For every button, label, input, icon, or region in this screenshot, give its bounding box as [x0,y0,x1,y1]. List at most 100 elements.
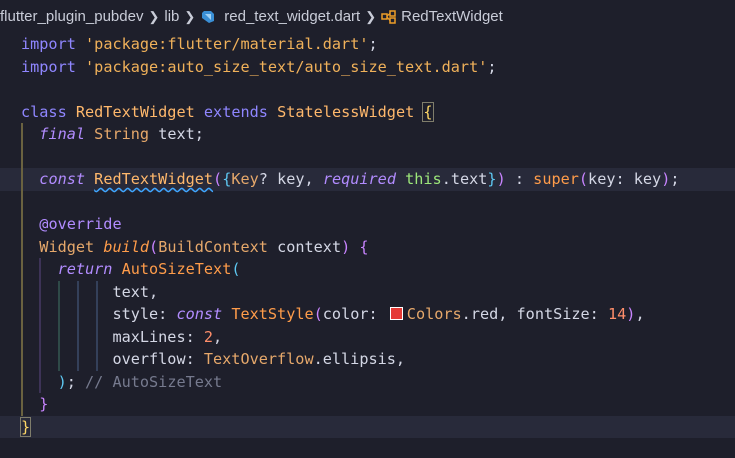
code-token: { [422,101,434,122]
code-token: TextOverflow [203,350,314,368]
breadcrumb-folder[interactable]: lib [164,8,179,25]
indent-guide [21,258,23,281]
code-token: extends [203,102,268,121]
breadcrumb-symbol[interactable]: RedTextWidget [401,8,503,25]
code-token: import [21,35,76,53]
code-token: overflow: [112,350,204,368]
code-token: ) [661,170,671,188]
indent-guide [96,325,98,348]
code-line-8[interactable] [0,190,735,213]
indent-guide [21,123,23,146]
code-token: // AutoSizeText [85,372,223,391]
code-line-4[interactable]: class RedTextWidget extends StatelessWid… [0,101,735,124]
color-swatch-red[interactable] [389,307,403,320]
code-token: 2 [203,327,214,346]
breadcrumb: flutter_plugin_pubdev ❯ lib ❯ red_text_w… [0,0,735,33]
code-token: Widget [39,237,95,256]
code-token: 14 [607,305,627,323]
indent-guide [39,303,41,326]
code-token: @override [39,215,122,233]
indent-guide [21,145,23,168]
code-token: ) [341,237,351,256]
code-token: String [94,125,150,143]
indent-guide [21,168,23,191]
code-token: , [635,305,645,323]
code-line-6[interactable] [0,145,735,168]
code-line-11[interactable]: return AutoSizeText( [0,258,735,281]
code-line-15[interactable]: overflow: TextOverflow.ellipsis, [0,348,735,371]
code-token: super [533,170,579,188]
indent-guide [77,325,79,348]
code-token: required [322,170,396,188]
code-token: ; [368,35,378,53]
indent-guide [21,280,23,303]
indent-guide [58,348,60,371]
code-token: final [39,125,86,143]
indent-guide [58,280,60,303]
indent-guide [96,303,98,326]
indent-guide [77,348,79,371]
code-token: ; [670,170,680,188]
code-token: { [350,237,369,256]
indent-guide [21,213,23,236]
indent-guide [77,280,79,303]
code-line-5[interactable]: final String text; [0,123,735,146]
code-token: } [39,395,49,413]
code-line-1[interactable]: import 'package:flutter/material.dart'; [0,33,735,56]
code-token: text, [112,282,159,301]
indent-guide [21,325,23,348]
indent-guide [21,393,23,416]
code-token: } [19,416,32,437]
code-token: : [505,170,534,188]
code-line-7[interactable]: const RedTextWidget({Key? key, required … [0,168,735,191]
code-token: 'package:flutter/material.dart' [85,35,369,53]
code-token: ( [578,170,589,188]
code-token: ( [149,237,159,256]
code-token: 'package:auto_size_text/auto_size_text.d… [85,57,488,76]
code-token: .red, fontSize: [461,305,608,323]
indent-guide [21,303,23,326]
indent-guide [39,258,41,281]
code-token: const [39,170,86,188]
code-line-17[interactable]: } [0,393,735,416]
code-token: ? key, [258,170,323,188]
dart-file-icon [202,10,215,23]
code-line-13[interactable]: style: const TextStyle(color: Colors.red… [0,303,735,326]
breadcrumb-file[interactable]: red_text_widget.dart [224,8,360,25]
code-line-14[interactable]: maxLines: 2, [0,325,735,348]
code-line-3[interactable] [0,78,735,101]
code-token: context [267,237,342,256]
code-token: RedTextWidget [75,102,195,121]
indent-guide [21,190,23,213]
indent-guide [39,348,41,371]
code-editor[interactable]: import 'package:flutter/material.dart'; … [0,33,735,438]
code-token: const [176,305,223,323]
code-token: , [213,327,223,346]
code-line-18[interactable]: } [0,415,735,438]
code-line-9[interactable]: @override [0,213,735,236]
indent-guide [21,370,23,393]
code-line-12[interactable]: text, [0,280,735,303]
indent-guide [39,370,41,393]
code-line-10[interactable]: Widget build(BuildContext context) { [0,235,735,258]
breadcrumb-project[interactable]: flutter_plugin_pubdev [0,8,143,25]
code-line-16[interactable]: ); // AutoSizeText [0,370,735,393]
code-token: ; [487,57,497,76]
code-token: color: [322,305,387,323]
code-token: return [57,260,113,278]
indent-guide [21,235,23,258]
code-token: RedTextWidget [94,170,214,188]
code-line-2[interactable]: import 'package:auto_size_text/auto_size… [0,56,735,79]
code-token: text; [149,125,204,143]
code-token: ; [66,372,86,391]
code-token: TextStyle [231,305,314,323]
indent-guide [58,303,60,326]
indent-guide [96,348,98,371]
indent-guide [21,348,23,371]
